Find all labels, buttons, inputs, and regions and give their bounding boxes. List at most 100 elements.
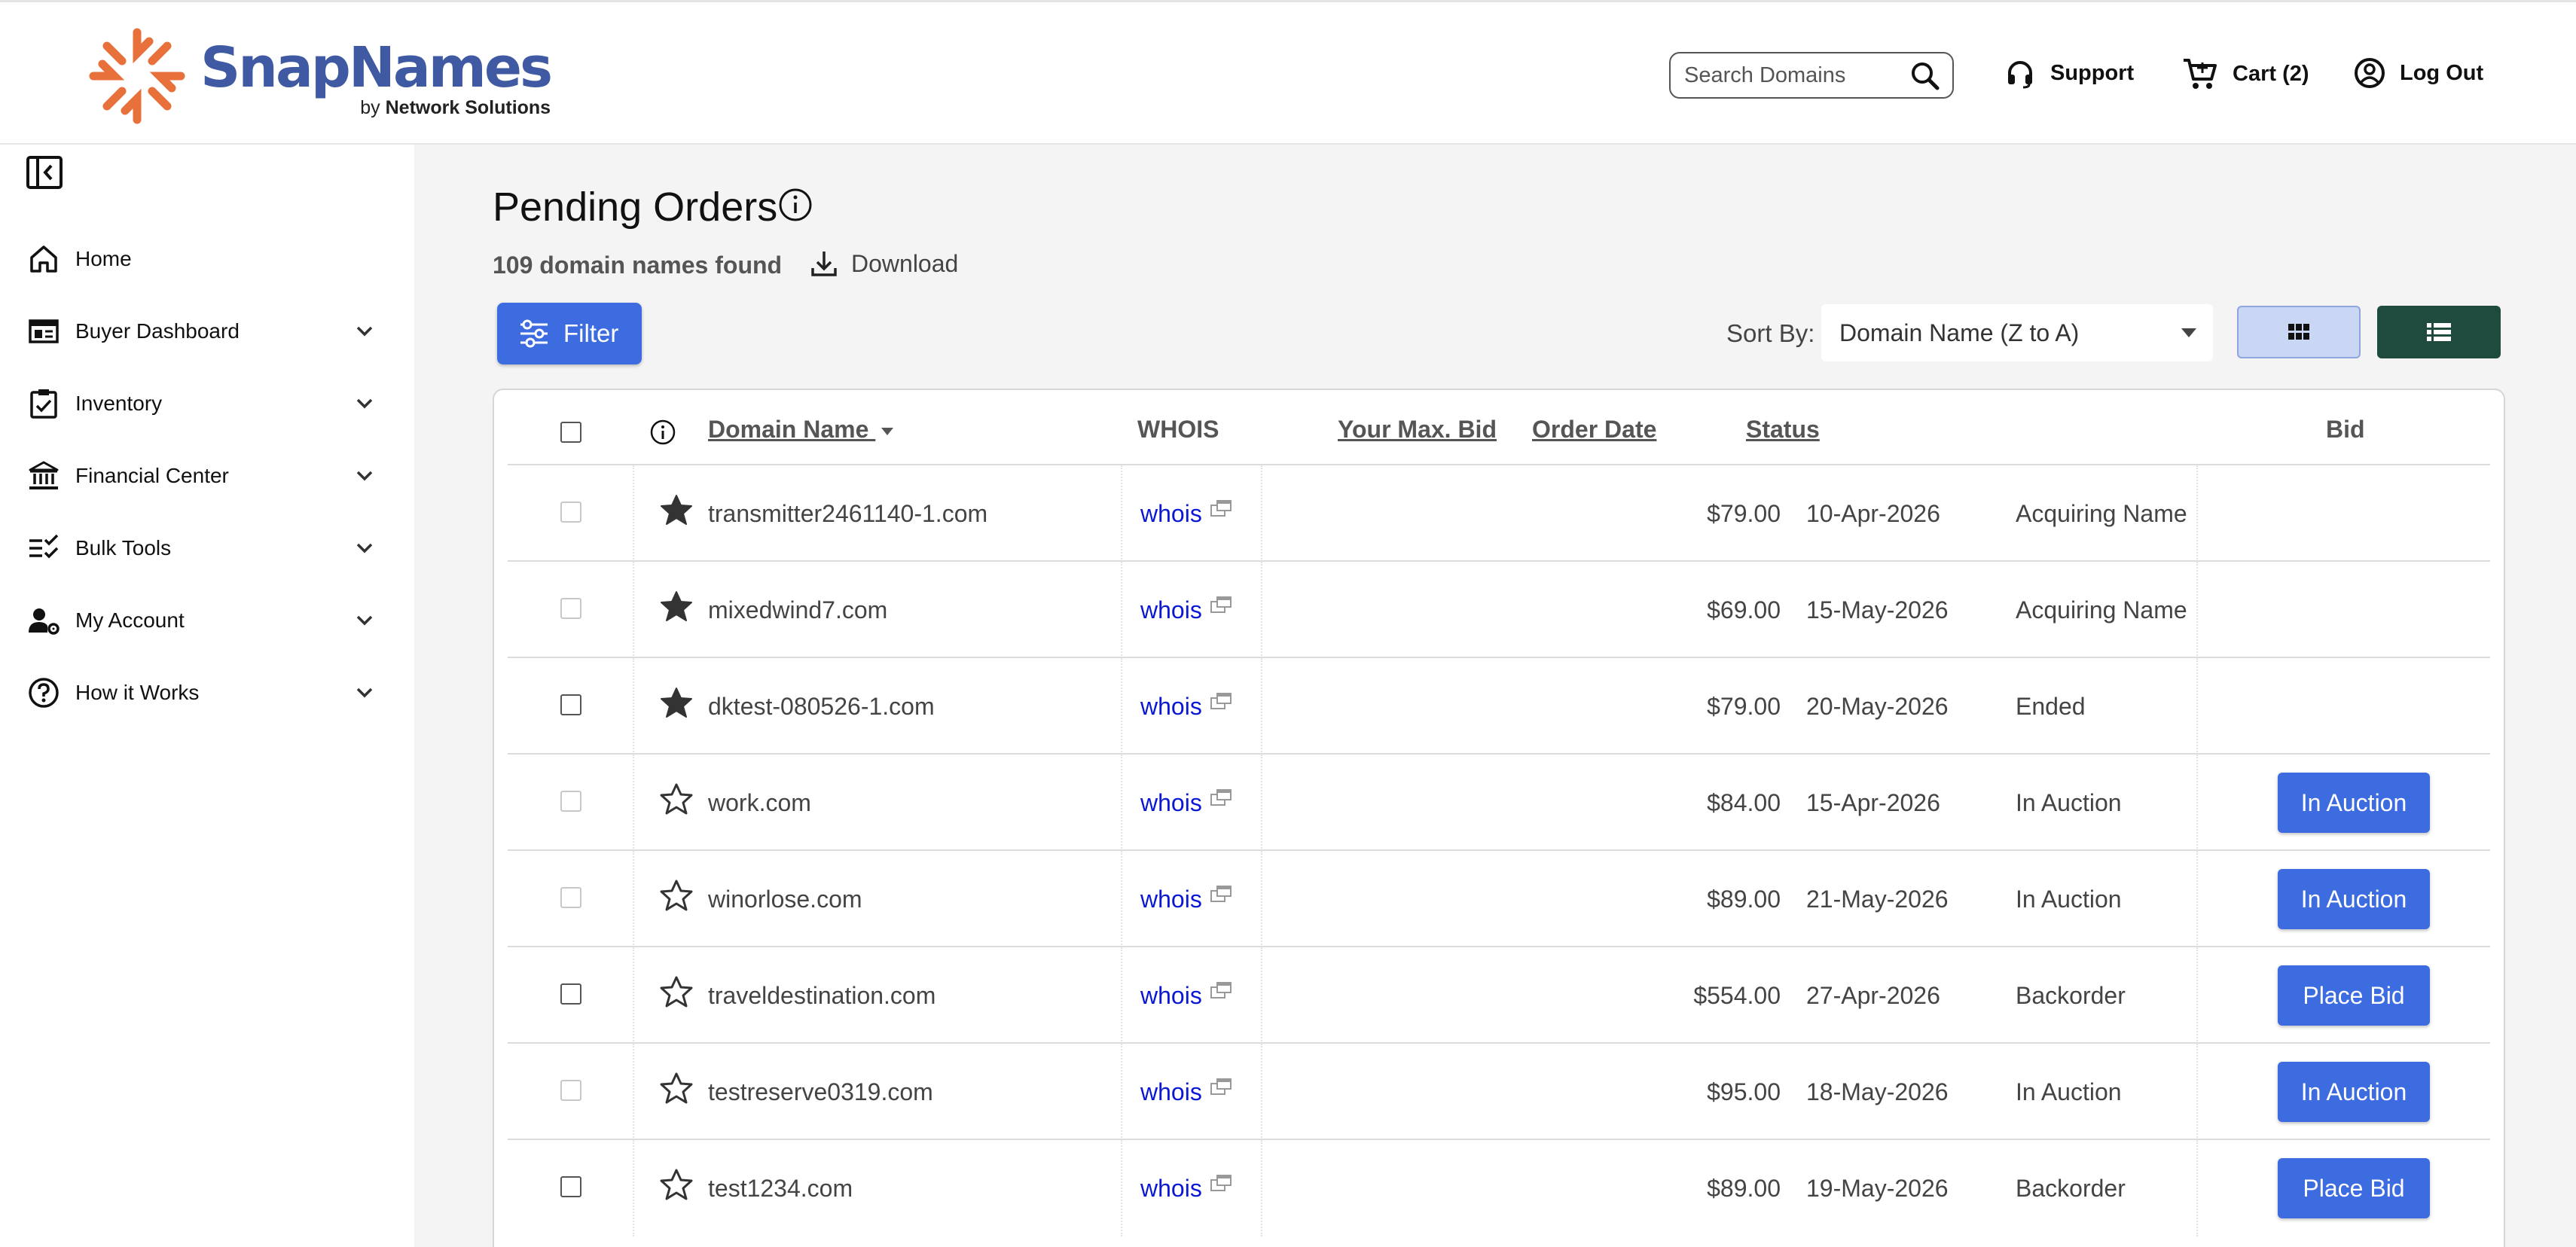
star-filled-icon[interactable] bbox=[658, 589, 694, 625]
star-outline-icon[interactable] bbox=[658, 878, 694, 914]
whois-link[interactable]: whois bbox=[1140, 596, 1232, 624]
snapnames-logo[interactable]: SnapNames by Network Solutions bbox=[84, 23, 553, 129]
order-date-cell: 21-May-2026 bbox=[1806, 886, 1949, 913]
search-icon[interactable] bbox=[1909, 59, 1942, 93]
column-divider bbox=[1121, 1044, 1122, 1140]
whois-label: whois bbox=[1140, 789, 1202, 816]
external-window-icon bbox=[1210, 1078, 1232, 1095]
whois-link[interactable]: whois bbox=[1140, 788, 1232, 817]
search-domains-input[interactable] bbox=[1684, 63, 1910, 88]
max-bid-cell: $84.00 bbox=[1707, 789, 1781, 816]
chevron-down-icon bbox=[356, 543, 373, 553]
in-auction-button[interactable]: In Auction bbox=[2278, 773, 2430, 833]
domain-name-cell: winorlose.com bbox=[708, 886, 862, 913]
star-filled-icon[interactable] bbox=[658, 685, 694, 721]
grid-view-button[interactable] bbox=[2237, 306, 2361, 358]
top-header: SnapNames by Network Solutions Support C… bbox=[0, 0, 2576, 145]
dashboard-icon bbox=[29, 319, 59, 343]
logo-tagline-brand: Network Solutions bbox=[385, 97, 551, 118]
pending-orders-table: Domain Name WHOIS Your Max. Bid Order Da… bbox=[493, 389, 2505, 1247]
filter-button[interactable]: Filter bbox=[497, 303, 642, 364]
chevron-down-icon bbox=[356, 471, 373, 481]
column-divider bbox=[1121, 658, 1122, 755]
status-cell: Ended bbox=[2016, 693, 2086, 720]
in-auction-button[interactable]: In Auction bbox=[2278, 869, 2430, 929]
sidebar-item-buyer-dashboard[interactable]: Buyer Dashboard bbox=[27, 309, 389, 354]
in-auction-button[interactable]: In Auction bbox=[2278, 1062, 2430, 1122]
row-checkbox bbox=[560, 502, 581, 523]
search-domains-box bbox=[1669, 52, 1954, 99]
chevron-down-icon bbox=[356, 398, 373, 409]
column-divider bbox=[2196, 562, 2198, 658]
sidebar-item-financial-center[interactable]: Financial Center bbox=[27, 453, 389, 498]
sidebar-item-label: Financial Center bbox=[75, 464, 229, 487]
whois-link[interactable]: whois bbox=[1140, 1078, 1232, 1106]
whois-link[interactable]: whois bbox=[1140, 885, 1232, 913]
sidebar-item-bulk-tools[interactable]: Bulk Tools bbox=[27, 526, 389, 571]
column-divider bbox=[633, 755, 634, 851]
cart-link[interactable]: Cart (2) bbox=[2181, 56, 2309, 91]
sidebar-item-label: How it Works bbox=[75, 681, 200, 704]
column-divider bbox=[633, 1140, 634, 1236]
whois-link[interactable]: whois bbox=[1140, 692, 1232, 721]
whois-link[interactable]: whois bbox=[1140, 1174, 1232, 1203]
chevron-down-icon bbox=[356, 688, 373, 698]
star-outline-icon[interactable] bbox=[658, 1071, 694, 1107]
select-all-checkbox[interactable] bbox=[560, 422, 581, 443]
column-divider bbox=[1261, 465, 1262, 562]
filter-label: Filter bbox=[563, 319, 619, 347]
row-checkbox[interactable] bbox=[560, 1176, 581, 1197]
max-bid-cell: $95.00 bbox=[1707, 1078, 1781, 1105]
info-icon[interactable] bbox=[777, 187, 813, 223]
download-link[interactable]: Download bbox=[809, 248, 958, 279]
results-count: 109 domain names found bbox=[493, 252, 783, 279]
order-date-cell: 15-Apr-2026 bbox=[1806, 789, 1940, 816]
chevron-down-icon bbox=[356, 326, 373, 337]
place-bid-button[interactable]: Place Bid bbox=[2278, 1158, 2430, 1218]
sidebar-item-inventory[interactable]: Inventory bbox=[27, 381, 389, 426]
whois-link[interactable]: whois bbox=[1140, 499, 1232, 528]
column-divider bbox=[1261, 755, 1262, 851]
column-header-status[interactable]: Status bbox=[1746, 416, 1820, 444]
home-icon bbox=[30, 245, 57, 273]
column-header-max-bid[interactable]: Your Max. Bid bbox=[1338, 416, 1497, 444]
table-row: mixedwind7.com whois $69.00 15-May-2026 Acqu… bbox=[508, 560, 2490, 658]
domain-name-cell: test1234.com bbox=[708, 1175, 853, 1202]
external-window-icon bbox=[1210, 596, 1232, 613]
star-outline-icon[interactable] bbox=[658, 1167, 694, 1203]
whois-link[interactable]: whois bbox=[1140, 981, 1232, 1010]
external-window-icon bbox=[1210, 1174, 1232, 1191]
external-window-icon bbox=[1210, 499, 1232, 517]
row-checkbox[interactable] bbox=[560, 983, 581, 1005]
sort-desc-icon bbox=[881, 427, 894, 435]
sidebar-item-how-it-works[interactable]: How it Works bbox=[27, 670, 389, 715]
collapse-sidebar-icon[interactable] bbox=[26, 155, 63, 190]
table-row: work.com whois $84.00 15-Apr-2026 In Auction… bbox=[508, 753, 2490, 851]
sidebar-item-label: Inventory bbox=[75, 392, 163, 415]
sidebar-item-home[interactable]: Home bbox=[27, 236, 389, 282]
star-outline-icon[interactable] bbox=[658, 974, 694, 1011]
place-bid-button[interactable]: Place Bid bbox=[2278, 965, 2430, 1026]
table-row: dktest-080526-1.com whois $79.00 20-May-202… bbox=[508, 657, 2490, 755]
sort-by-select[interactable]: Domain Name (Z to A) bbox=[1821, 304, 2213, 361]
support-link[interactable]: Support bbox=[2004, 56, 2134, 90]
domain-name-cell: dktest-080526-1.com bbox=[708, 693, 935, 720]
table-row: testreserve0319.com whois $95.00 18-May-202… bbox=[508, 1042, 2490, 1140]
page-title: Pending Orders bbox=[493, 184, 778, 230]
column-header-domain-name[interactable]: Domain Name bbox=[708, 416, 894, 444]
max-bid-cell: $79.00 bbox=[1707, 693, 1781, 720]
column-divider bbox=[1121, 1140, 1122, 1236]
logout-link[interactable]: Log Out bbox=[2353, 56, 2483, 90]
sidebar-item-label: Home bbox=[75, 247, 132, 270]
column-header-order-date[interactable]: Order Date bbox=[1532, 416, 1656, 444]
star-filled-icon[interactable] bbox=[658, 492, 694, 529]
table-row: transmitter2461140-1.com whois $79.00 10-Ap… bbox=[508, 464, 2490, 562]
column-divider bbox=[1261, 851, 1262, 947]
max-bid-cell: $69.00 bbox=[1707, 596, 1781, 624]
row-checkbox[interactable] bbox=[560, 694, 581, 715]
info-icon[interactable] bbox=[649, 419, 676, 446]
column-divider bbox=[1261, 1140, 1262, 1236]
sidebar-item-my-account[interactable]: My Account bbox=[27, 598, 389, 643]
star-outline-icon[interactable] bbox=[658, 782, 694, 818]
list-view-button[interactable] bbox=[2377, 306, 2501, 358]
